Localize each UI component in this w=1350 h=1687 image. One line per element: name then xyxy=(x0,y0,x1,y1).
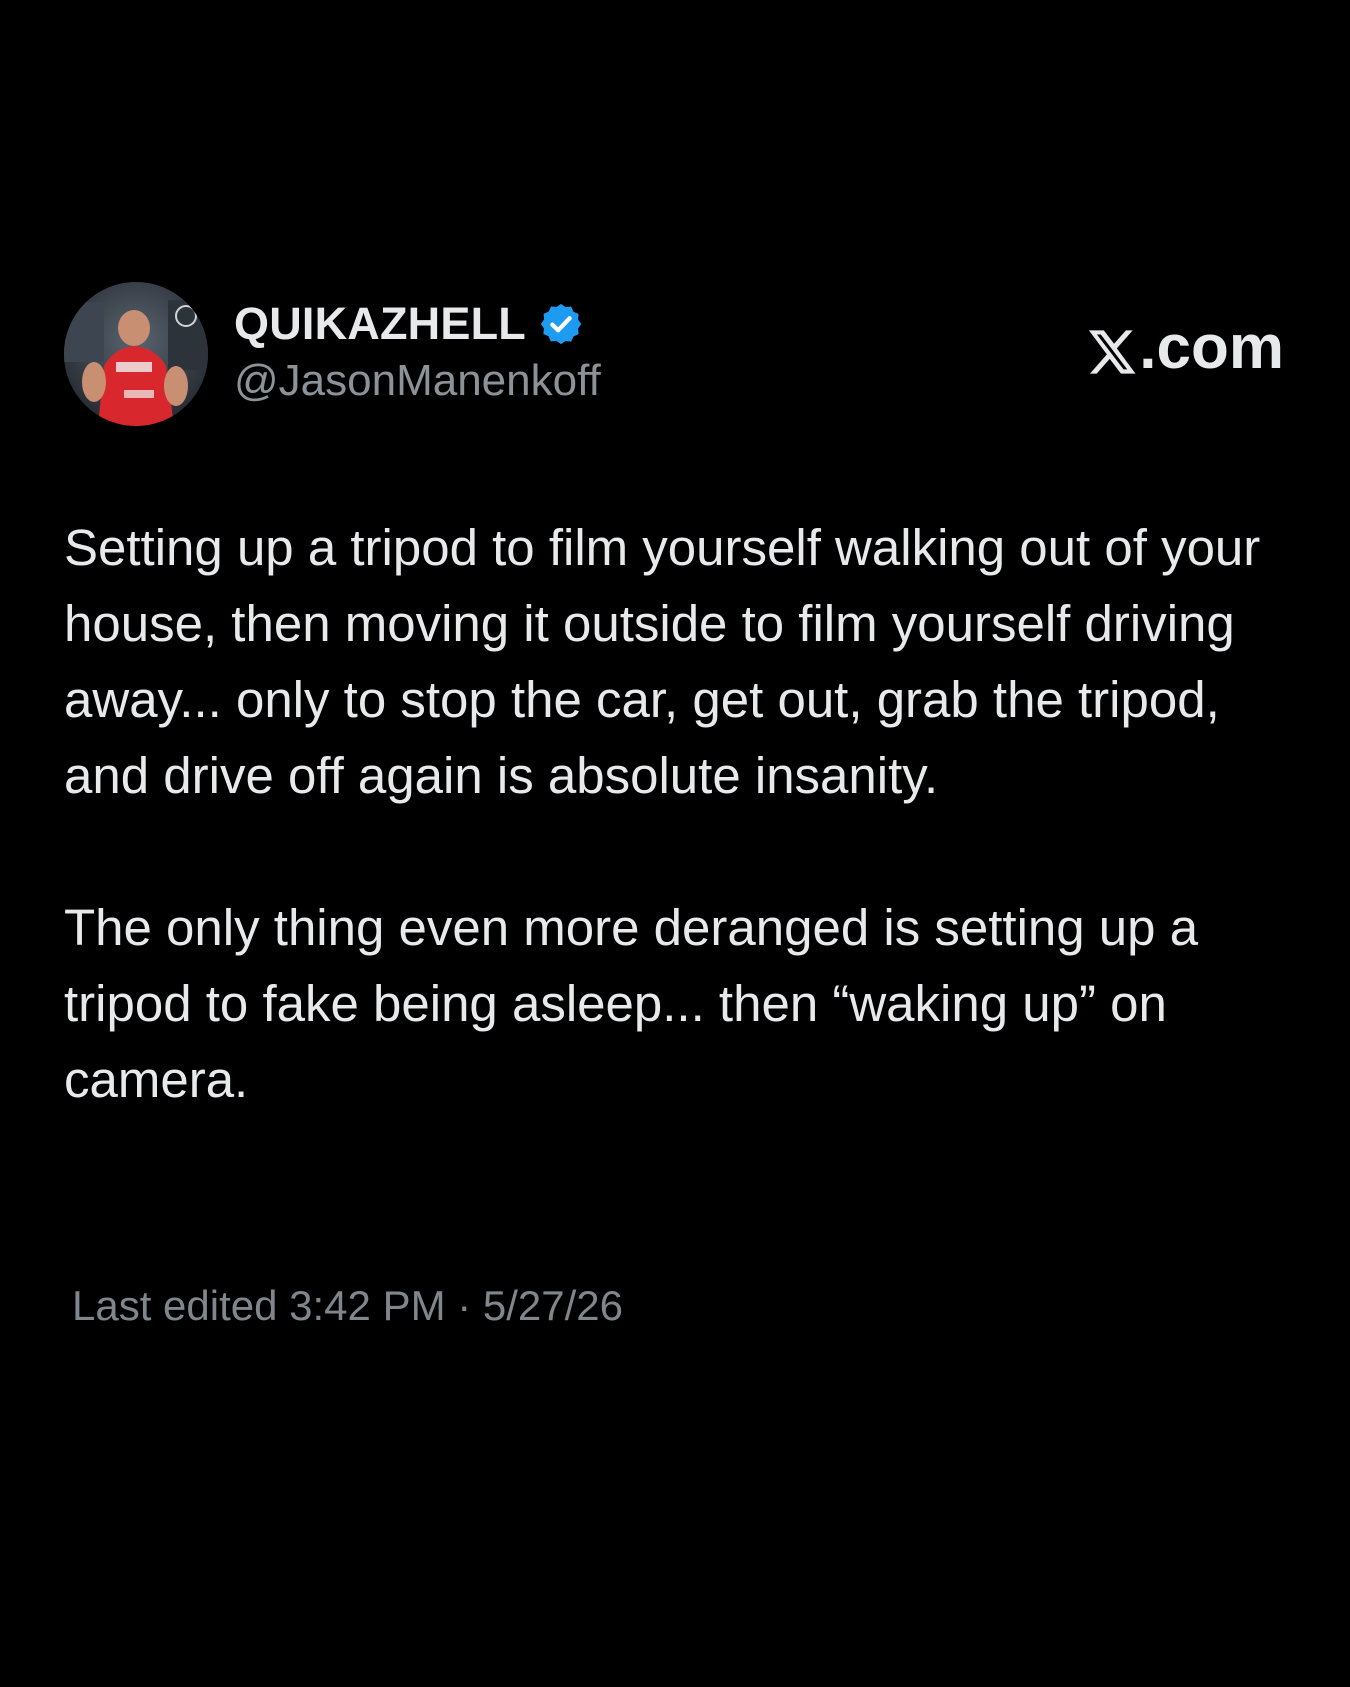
brand-label: .com xyxy=(1139,313,1284,382)
verified-badge-icon xyxy=(538,301,584,347)
author-names: QUIKAZHELL @JasonManenkoff xyxy=(234,296,601,406)
tweet-card: QUIKAZHELL @JasonManenkoff .com Setting … xyxy=(0,0,1350,1687)
avatar-image xyxy=(64,282,208,426)
x-logo-icon xyxy=(1085,322,1137,374)
display-name[interactable]: QUIKAZHELL xyxy=(234,298,526,350)
tweet-paragraph: The only thing even more deranged is set… xyxy=(64,899,1199,1108)
brand-watermark: .com xyxy=(1085,312,1284,383)
display-name-row: QUIKAZHELL xyxy=(234,296,601,352)
tweet-header: QUIKAZHELL @JasonManenkoff .com xyxy=(64,282,1284,428)
author-handle[interactable]: @JasonManenkoff xyxy=(234,356,601,406)
tweet-text: Setting up a tripod to film yourself wal… xyxy=(64,510,1304,1194)
tweet-timestamp[interactable]: Last edited 3:42 PM · 5/27/26 xyxy=(72,1282,623,1330)
tweet-paragraph: Setting up a tripod to film yourself wal… xyxy=(64,519,1261,804)
avatar[interactable] xyxy=(64,282,208,426)
